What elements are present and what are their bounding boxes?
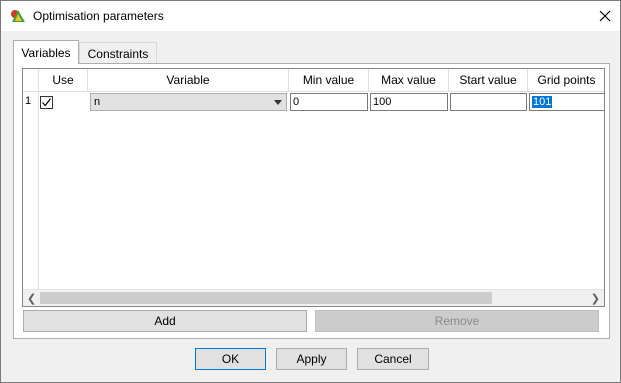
tab-constraints[interactable]: Constraints	[79, 42, 157, 64]
column-header-use[interactable]: Use	[39, 69, 88, 92]
column-header-variable[interactable]: Variable	[88, 69, 289, 92]
chevron-down-icon	[274, 100, 282, 105]
max-value-field[interactable]: 100	[370, 93, 448, 111]
cancel-button[interactable]: Cancel	[357, 348, 429, 370]
grid-points-field[interactable]: 101	[529, 93, 604, 111]
column-header-grid-points[interactable]: Grid points	[528, 69, 604, 92]
ok-button[interactable]: OK	[195, 348, 266, 370]
horizontal-scrollbar[interactable]: ❮ ❯	[23, 289, 604, 306]
column-header-start-value[interactable]: Start value	[449, 69, 528, 92]
column-header-min-value[interactable]: Min value	[289, 69, 369, 92]
app-icon	[11, 10, 25, 22]
add-button[interactable]: Add	[23, 310, 307, 332]
scrollbar-thumb[interactable]	[40, 292, 492, 304]
variables-panel: Use Variable Min value Max value Start v…	[13, 63, 610, 339]
window-title: Optimisation parameters	[33, 9, 164, 23]
tab-variables[interactable]: Variables	[13, 40, 79, 64]
titlebar: Optimisation parameters	[1, 1, 620, 31]
apply-button[interactable]: Apply	[276, 348, 347, 370]
row-header-column	[23, 92, 39, 292]
variable-select[interactable]: n	[90, 93, 287, 111]
variables-table: Use Variable Min value Max value Start v…	[22, 68, 605, 307]
use-checkbox[interactable]	[40, 96, 53, 109]
start-value-field[interactable]	[450, 93, 527, 111]
corner-header	[23, 69, 39, 92]
variable-select-value: n	[94, 96, 101, 108]
close-button[interactable]	[590, 1, 620, 31]
arrow-right-icon[interactable]: ❯	[591, 292, 600, 305]
grid-points-value: 101	[532, 96, 553, 108]
column-header-max-value[interactable]: Max value	[369, 69, 449, 92]
row-number: 1	[25, 95, 32, 107]
close-icon	[599, 10, 611, 22]
arrow-left-icon[interactable]: ❮	[27, 292, 36, 305]
remove-button[interactable]: Remove	[315, 310, 599, 332]
min-value-field[interactable]: 0	[290, 93, 368, 111]
checkmark-icon	[42, 98, 51, 107]
dialog-window: Optimisation parameters Variables Constr…	[0, 0, 621, 383]
